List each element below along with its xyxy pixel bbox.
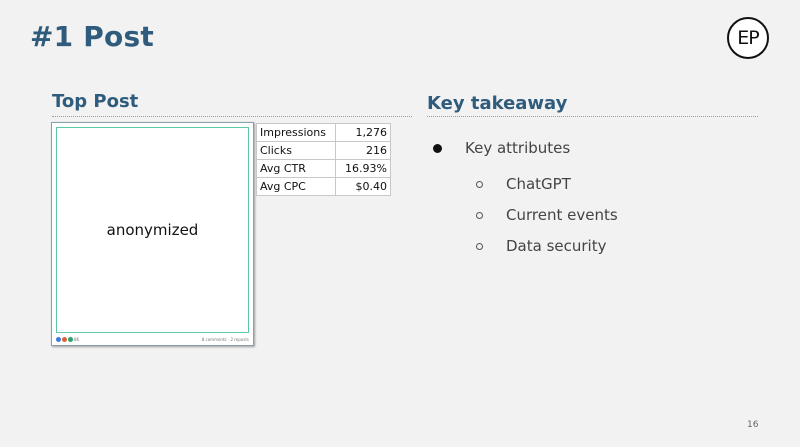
metric-label: Impressions — [256, 123, 336, 142]
post-image: anonymized — [56, 127, 249, 333]
bullet-circle-icon — [476, 181, 483, 188]
metric-value: 216 — [335, 141, 391, 160]
key-takeaway-divider — [427, 116, 758, 117]
top-post-divider — [52, 116, 412, 117]
metric-label: Clicks — [256, 141, 336, 160]
love-icon — [62, 336, 67, 342]
metric-value: 16.93% — [335, 159, 391, 178]
post-footer: 86 8 comments · 2 reposts — [56, 335, 249, 343]
reaction-icons: 86 — [56, 336, 80, 342]
top-post-card: anonymized 86 8 comments · 2 reposts — [51, 122, 254, 346]
bullet-text: ChatGPT — [506, 175, 571, 193]
celebrate-icon — [68, 336, 73, 342]
post-engagement: 8 comments · 2 reposts — [201, 336, 249, 342]
table-row: Avg CPC $0.40 — [256, 177, 391, 196]
table-row: Clicks 216 — [256, 141, 391, 160]
page-number: 16 — [747, 420, 759, 430]
table-row: Impressions 1,276 — [256, 123, 391, 142]
key-takeaway-heading: Key takeaway — [427, 93, 568, 114]
reaction-count: 86 — [74, 336, 80, 342]
bullet-dot-icon — [433, 144, 442, 153]
bullet-text: Current events — [506, 206, 618, 224]
ep-logo: EP — [727, 17, 769, 59]
metric-value: 1,276 — [335, 123, 391, 142]
metric-label: Avg CPC — [256, 177, 336, 196]
like-icon — [56, 336, 61, 342]
post-image-label: anonymized — [106, 221, 199, 239]
bullet-circle-icon — [476, 212, 483, 219]
slide-title: #1 Post — [30, 20, 154, 53]
bullet-circle-icon — [476, 243, 483, 250]
metric-value: $0.40 — [335, 177, 391, 196]
top-post-heading: Top Post — [52, 91, 139, 112]
table-row: Avg CTR 16.93% — [256, 159, 391, 178]
post-metrics-table: Impressions 1,276 Clicks 216 Avg CTR 16.… — [256, 123, 391, 196]
bullet-text: Data security — [506, 237, 607, 255]
bullet-text: Key attributes — [465, 139, 571, 157]
metric-label: Avg CTR — [256, 159, 336, 178]
